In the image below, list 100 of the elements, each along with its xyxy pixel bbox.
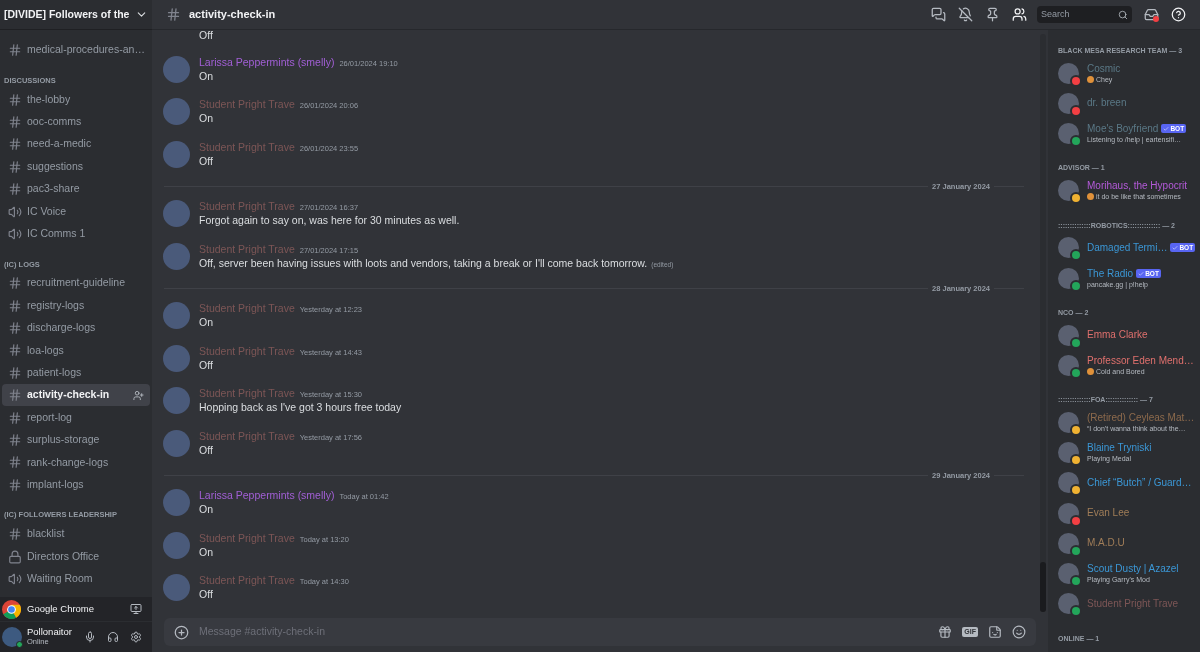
speaker-icon [8, 204, 22, 219]
help-icon[interactable] [1171, 7, 1186, 22]
scrollbar-thumb[interactable] [1040, 562, 1046, 612]
channel-item[interactable]: recruitment-guideline [2, 272, 150, 295]
screen-share-icon[interactable] [130, 603, 142, 615]
hash-icon [8, 365, 22, 380]
channel-item[interactable]: ooc-comms [2, 110, 150, 134]
channel-item[interactable]: IC Comms 1 [2, 222, 150, 246]
avatar [1058, 593, 1079, 615]
avatar [1058, 563, 1079, 585]
message-text: Off [199, 442, 213, 458]
check-icon [1138, 270, 1145, 277]
channel-name: Waiting Room [27, 571, 94, 587]
channel-name: IC Comms 1 [27, 226, 87, 242]
channel-name: implant-logs [27, 476, 85, 492]
channel-item[interactable]: pac3-share [2, 177, 150, 201]
channel-name: report-log [27, 409, 73, 425]
channel-name: Directors Office [27, 548, 101, 564]
hash-icon [8, 433, 22, 448]
hash-icon [8, 276, 22, 291]
channel-name: loa-logs [27, 342, 65, 358]
username: Pollonaitor [27, 627, 73, 637]
message-text: On [199, 544, 213, 560]
member-name: Professor Eden Mend… [1087, 354, 1194, 367]
channel-item[interactable]: discharge-logs [2, 316, 150, 340]
add-member-icon[interactable] [133, 389, 144, 401]
member-name: Emma Clarke [1087, 329, 1148, 342]
microphone-icon[interactable] [84, 631, 96, 643]
channel-item[interactable]: report-log [2, 406, 150, 429]
activity-app-name: Google Chrome [27, 601, 96, 616]
member-name: Student Pright Trave [1087, 597, 1179, 610]
hash-icon [8, 527, 22, 542]
hash-icon [8, 92, 22, 107]
scrollbar[interactable] [1040, 34, 1046, 612]
avatar [1058, 412, 1079, 434]
channel-item[interactable]: need-a-medic [2, 133, 150, 156]
channel-item[interactable]: suggestions [2, 155, 150, 178]
channel-item[interactable]: surplus-storage [2, 428, 150, 452]
muted-bell-icon[interactable] [958, 7, 973, 22]
member-item[interactable]: Chief “Butch” / Guard… [1048, 467, 1200, 499]
member-name: M.A.D.U [1087, 537, 1125, 550]
channel-item[interactable]: Directors Office [2, 545, 150, 568]
channel-item[interactable]: medical-procedures-an… [2, 39, 150, 62]
channel-item[interactable]: activity-check-in [2, 384, 150, 407]
pin-icon[interactable] [985, 7, 1000, 22]
sticker-icon[interactable] [988, 625, 1002, 639]
member-item[interactable]: Emma Clarke [1048, 320, 1200, 351]
check-icon [1163, 125, 1170, 132]
channel-item[interactable]: patient-logs [2, 361, 150, 385]
channel-item[interactable]: IC Voice [2, 200, 150, 223]
avatar[interactable] [2, 627, 22, 647]
channel-item[interactable]: implant-logs [2, 473, 150, 497]
hash-icon [8, 410, 22, 425]
hash-icon [8, 477, 22, 492]
channel-name: pac3-share [27, 181, 81, 197]
message-text: On [199, 68, 213, 84]
message-text: Hopping back as I've got 3 hours free today [199, 400, 402, 416]
channel-name: discharge-logs [27, 320, 97, 336]
hash-icon [8, 321, 22, 336]
member-item[interactable]: dr. breen [1048, 88, 1200, 119]
channel-item[interactable]: rank-change-logs [2, 451, 150, 474]
emoji-icon[interactable] [1012, 625, 1026, 639]
gift-icon[interactable] [938, 625, 953, 639]
settings-icon[interactable] [130, 631, 142, 643]
member-name: Cosmic [1087, 62, 1121, 75]
channel-name: activity-check-in [27, 387, 111, 403]
message-text: Off [199, 153, 213, 169]
channel-name: IC Voice [27, 203, 68, 219]
inbox-icon[interactable] [1144, 7, 1159, 22]
member-item[interactable]: M.A.D.U [1048, 528, 1200, 559]
hash-icon [8, 455, 22, 470]
hash-icon [8, 159, 22, 174]
search-placeholder: Search [1041, 7, 1071, 21]
hash-icon [166, 7, 181, 22]
member-item[interactable]: Evan Lee [1048, 498, 1200, 529]
channel-name: suggestions [27, 158, 85, 174]
lock-icon [8, 549, 22, 564]
channel-item[interactable]: Waiting Room [2, 567, 150, 591]
plus-icon[interactable] [174, 624, 189, 640]
channel-name: registry-logs [27, 297, 86, 313]
channel-item[interactable]: registry-logs [2, 294, 150, 317]
channel-item[interactable]: the-lobby [2, 88, 150, 111]
channel-name: blacklist [27, 526, 66, 542]
member-name: (Retired) Ceyleas Mat… [1087, 412, 1195, 425]
channel-item[interactable]: blacklist [2, 523, 150, 546]
member-name: Blaine Tryniski [1087, 442, 1152, 455]
author-name[interactable]: Larissa Peppermints (smelly) [199, 54, 335, 71]
message-text: On [199, 502, 213, 518]
headphones-icon[interactable] [107, 631, 119, 643]
member-name: The Radio [1087, 267, 1134, 280]
members-icon[interactable] [1012, 7, 1027, 22]
author-name[interactable]: Larissa Peppermints (smelly) [199, 488, 335, 505]
channel-item[interactable]: loa-logs [2, 339, 150, 362]
search-icon [1118, 9, 1128, 20]
hash-icon [8, 114, 22, 129]
message-text: On [199, 315, 213, 331]
hash-icon [8, 343, 22, 358]
member-name: Damaged Termi… [1087, 241, 1168, 254]
threads-icon[interactable] [931, 7, 946, 22]
search-field[interactable]: Search [1037, 6, 1132, 23]
